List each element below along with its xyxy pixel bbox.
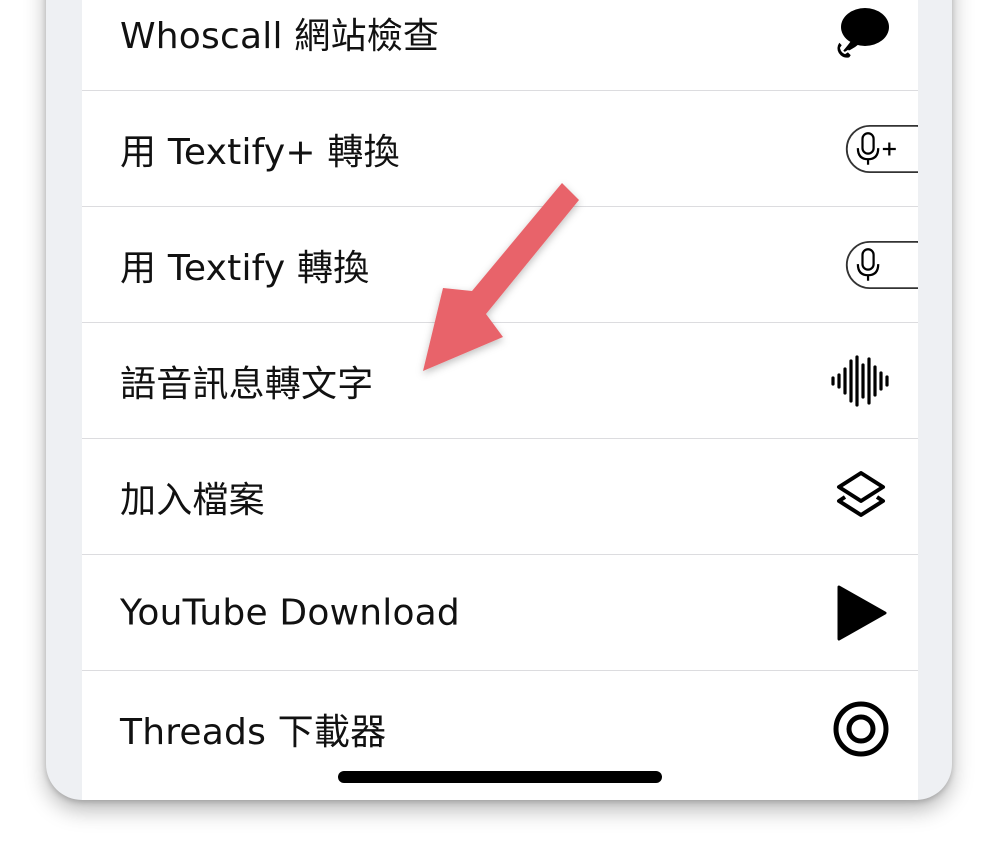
shortcut-row-textify-plus[interactable]: 用 Textify+ 轉換 (82, 90, 918, 206)
shortcut-label: Threads 下載器 (120, 711, 387, 753)
waveform-icon (826, 346, 896, 416)
shortcut-row-whoscall[interactable]: Whoscall 網站檢查 (82, 0, 918, 90)
speech-bubble-phone-icon (826, 0, 896, 68)
microphone-icon (844, 238, 918, 292)
home-indicator[interactable] (338, 771, 662, 783)
shortcut-label: Whoscall 網站檢查 (120, 15, 440, 57)
target-circle-icon (826, 694, 896, 764)
shortcut-label: 加入檔案 (120, 479, 265, 521)
play-icon (826, 578, 896, 648)
shortcut-row-threads-downloader[interactable]: Threads 下載器 (82, 670, 918, 786)
shortcut-label: YouTube Download (120, 592, 460, 633)
shortcut-row-youtube-download[interactable]: YouTube Download (82, 554, 918, 670)
shortcut-row-textify[interactable]: 用 Textify 轉換 (82, 206, 918, 322)
shortcut-label: 用 Textify+ 轉換 (120, 131, 400, 173)
shortcut-row-add-file[interactable]: 加入檔案 (82, 438, 918, 554)
layers-icon (826, 462, 896, 532)
shortcut-row-voice-to-text[interactable]: 語音訊息轉文字 (82, 322, 918, 438)
shortcut-label: 用 Textify 轉換 (120, 247, 370, 289)
shortcut-label: 語音訊息轉文字 (120, 363, 374, 405)
shortcuts-list: Whoscall 網站檢查 用 Textify+ 轉換 用 Textify 轉換… (82, 0, 918, 800)
phone-frame: Whoscall 網站檢查 用 Textify+ 轉換 用 Textify 轉換… (46, 0, 952, 800)
microphone-plus-icon (844, 122, 918, 176)
